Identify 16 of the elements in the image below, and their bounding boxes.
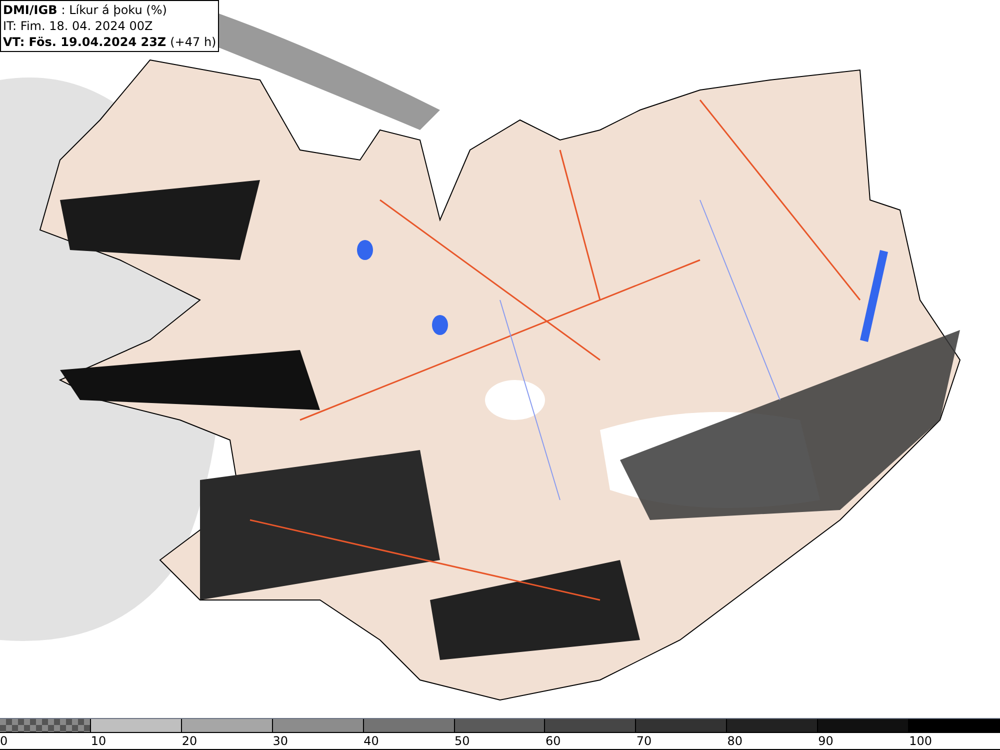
issue-time: IT: Fim. 18. 04. 2024 00Z [3,18,154,34]
scale-label: 100 [909,734,932,748]
source-label: DMI/IGB [3,2,58,18]
scale-label: 60 [545,734,561,748]
scale-label: 30 [272,734,288,748]
scale-label: 40 [364,734,379,748]
scale-label: 0 [0,734,8,748]
scale-label: 80 [727,734,743,748]
map-title: : Líkur á þoku (%) [61,2,167,18]
valid-time: VT: Fös. 19.04.2024 23Z [3,34,166,50]
scale-label: 10 [90,734,106,748]
scale-label: 90 [818,734,834,748]
scale-label: 20 [182,734,198,748]
scale-label: 50 [454,734,470,748]
lead-time: (+47 h) [170,34,216,50]
scale-label: 70 [636,734,652,748]
